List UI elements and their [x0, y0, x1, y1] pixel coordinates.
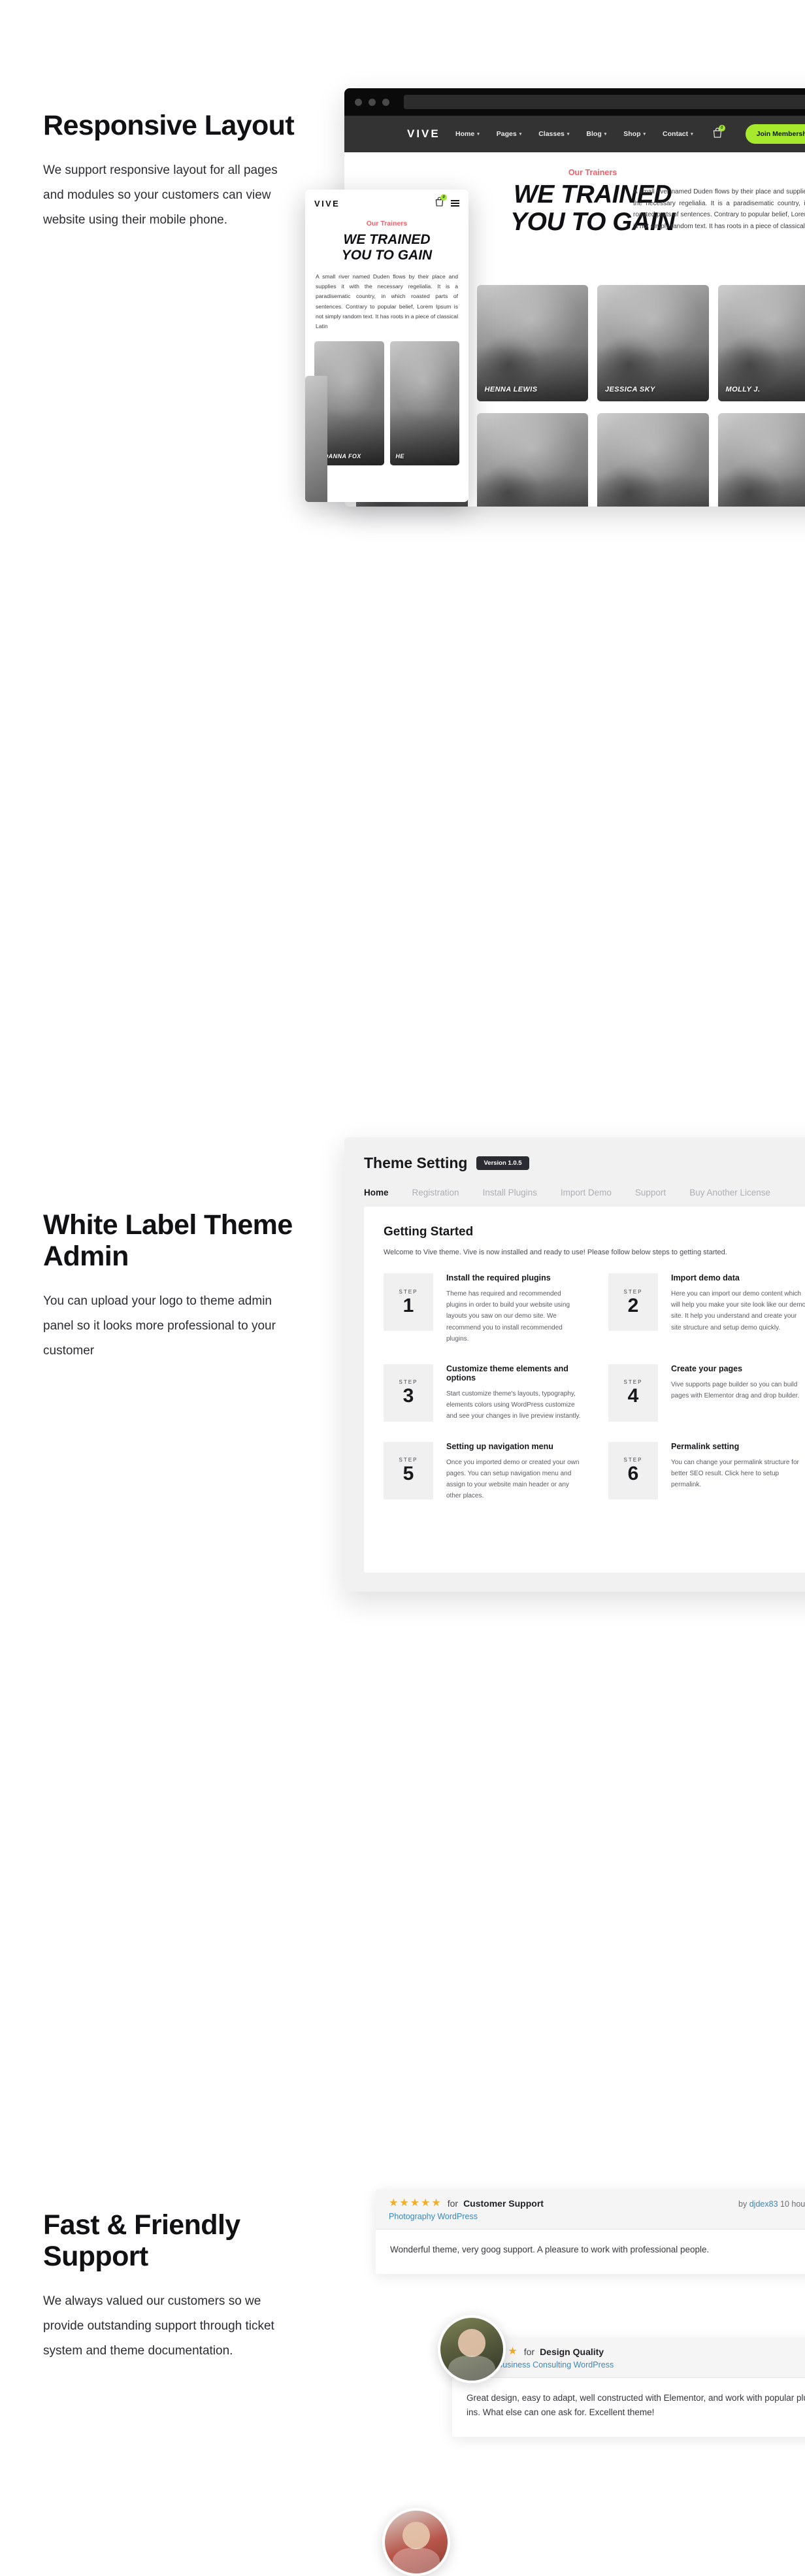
avatar	[382, 2508, 450, 2576]
trainer-card[interactable]: HE	[390, 341, 460, 465]
review-product-link[interactable]: Avante | Business Consulting WordPress	[465, 2360, 805, 2369]
browser-url-bar[interactable]	[404, 95, 805, 109]
site-navigation: VIVE Home▾ Pages▾ Classes▾ Blog▾ Shop▾ C…	[344, 116, 805, 152]
review-card: ★★★★★ for Customer Support Photography W…	[376, 2190, 805, 2274]
mobile-hero: Our Trainers WE TRAINED YOU TO GAIN A sm…	[305, 217, 468, 332]
chevron-down-icon: ▾	[519, 131, 522, 137]
trainer-name: MOLLY J.	[726, 386, 761, 393]
mobile-hero-title-line-2: YOU TO GAIN	[316, 248, 458, 263]
review-body-text: Wonderful theme, very goog support. A pl…	[376, 2230, 805, 2274]
nav-item-classes[interactable]: Classes▾	[538, 130, 569, 138]
cart-count-badge: 0	[719, 125, 725, 131]
nav-item-label: Home	[455, 130, 474, 138]
mobile-site-logo: VIVE	[314, 199, 340, 209]
review-meta: by djdex83 10 hours ago	[738, 2198, 805, 2209]
review-rating-row: ★★★★★ for Customer Support	[389, 2198, 738, 2209]
mobile-hero-title: WE TRAINED YOU TO GAIN	[316, 232, 458, 263]
trainer-card[interactable]: MOLLY J.	[718, 285, 805, 401]
hamburger-menu-icon[interactable]	[451, 200, 459, 207]
trainer-card[interactable]: JESSICA SKY	[597, 285, 709, 401]
section-description: We support responsive layout for all pag…	[43, 158, 298, 233]
review-rating-row: ★★★★★ for Design Quality	[465, 2347, 805, 2357]
mobile-mockup: VIVE 0 Our Trainers WE TRAINED YOU TO GA…	[305, 190, 468, 502]
review-body-text: Great design, easy to adapt, well constr…	[452, 2378, 805, 2437]
review-header-left: ★★★★★ for Customer Support Photography W…	[389, 2198, 738, 2221]
review-author-link[interactable]: djdex83	[749, 2200, 778, 2209]
nav-item-label: Classes	[538, 130, 565, 138]
trainer-name: HE	[396, 453, 404, 460]
review-subject: Customer Support	[463, 2198, 544, 2209]
cart-count-badge: 0	[440, 194, 447, 201]
nav-item-blog[interactable]: Blog▾	[586, 130, 606, 138]
nav-item-label: Pages	[497, 130, 517, 138]
chevron-down-icon: ▾	[567, 131, 570, 137]
chevron-down-icon: ▾	[644, 131, 646, 137]
hero-description: A small river named Duden flows by their…	[633, 186, 805, 232]
reviews-list: ★★★★★ for Customer Support Photography W…	[376, 2190, 805, 2437]
hero-eyebrow: Our Trainers	[344, 168, 805, 177]
site-logo: VIVE	[407, 127, 440, 141]
browser-chrome-bar	[344, 88, 805, 116]
star-rating-icon: ★★★★★	[389, 2198, 442, 2209]
review-header-left: ★★★★★ for Design Quality Avante | Busine…	[465, 2347, 805, 2369]
section-support: Fast & Friendly Support We always valued…	[0, 1085, 805, 1560]
mobile-nav-icons: 0	[433, 197, 459, 210]
avatar	[438, 2315, 506, 2383]
nav-item-label: Blog	[586, 130, 601, 138]
mobile-hero-title-line-1: WE TRAINED	[316, 232, 458, 248]
window-maximize-dot-icon	[382, 99, 389, 106]
trainer-card-partial	[305, 376, 327, 502]
nav-item-contact[interactable]: Contact▾	[663, 130, 693, 138]
responsive-text-block: Responsive Layout We support responsive …	[43, 110, 298, 233]
mobile-hero-description: A small river named Duden flows by their…	[316, 272, 458, 332]
trainer-card[interactable]: CHRIS W.	[718, 413, 805, 507]
for-label: for	[524, 2347, 534, 2357]
section-responsive-layout: Responsive Layout We support responsive …	[0, 0, 805, 562]
section-white-label-admin: White Label Theme Admin You can upload y…	[0, 562, 805, 1085]
trainer-card[interactable]: KIMBERLY GOLD	[597, 413, 709, 507]
trainer-name: HENNA LEWIS	[485, 386, 538, 393]
nav-links: Home▾ Pages▾ Classes▾ Blog▾ Shop▾ Contac…	[455, 124, 805, 144]
nav-item-label: Shop	[623, 130, 640, 138]
window-minimize-dot-icon	[369, 99, 376, 106]
trainer-name: JESSICA SKY	[605, 386, 655, 393]
trainer-card[interactable]: HENNA LEWIS	[477, 285, 589, 401]
nav-item-shop[interactable]: Shop ▾	[623, 130, 646, 138]
chevron-down-icon: ▾	[691, 131, 693, 137]
review-subject: Design Quality	[540, 2347, 604, 2357]
support-text-block: Fast & Friendly Support We always valued…	[43, 2209, 298, 2364]
window-close-dot-icon	[355, 99, 362, 106]
chevron-down-icon: ▾	[604, 131, 607, 137]
nav-item-label: Contact	[663, 130, 688, 138]
review-header: ★★★★★ for Customer Support Photography W…	[376, 2190, 805, 2230]
shopping-bag-icon[interactable]: 0	[713, 127, 722, 141]
join-membership-button[interactable]: Join Membership	[746, 124, 805, 144]
page-title: Responsive Layout	[43, 110, 298, 141]
shopping-bag-icon[interactable]: 0	[435, 197, 444, 210]
mobile-trainer-grid: JOANNA FOX HE	[305, 332, 468, 465]
review-timestamp: 10 hours ago	[780, 2200, 805, 2209]
mobile-navigation: VIVE 0	[305, 190, 468, 217]
review-product-link[interactable]: Photography WordPress	[389, 2212, 738, 2221]
chevron-down-icon: ▾	[477, 131, 480, 137]
for-label: for	[448, 2198, 458, 2209]
trainer-card[interactable]: TYRON SON	[477, 413, 589, 507]
page-title: Fast & Friendly Support	[43, 2209, 298, 2272]
by-label: by	[738, 2200, 747, 2209]
nav-item-home[interactable]: Home▾	[455, 130, 480, 138]
section-description: We always valued our customers so we pro…	[43, 2289, 298, 2364]
nav-item-pages[interactable]: Pages▾	[497, 130, 521, 138]
mobile-hero-eyebrow: Our Trainers	[316, 220, 458, 227]
